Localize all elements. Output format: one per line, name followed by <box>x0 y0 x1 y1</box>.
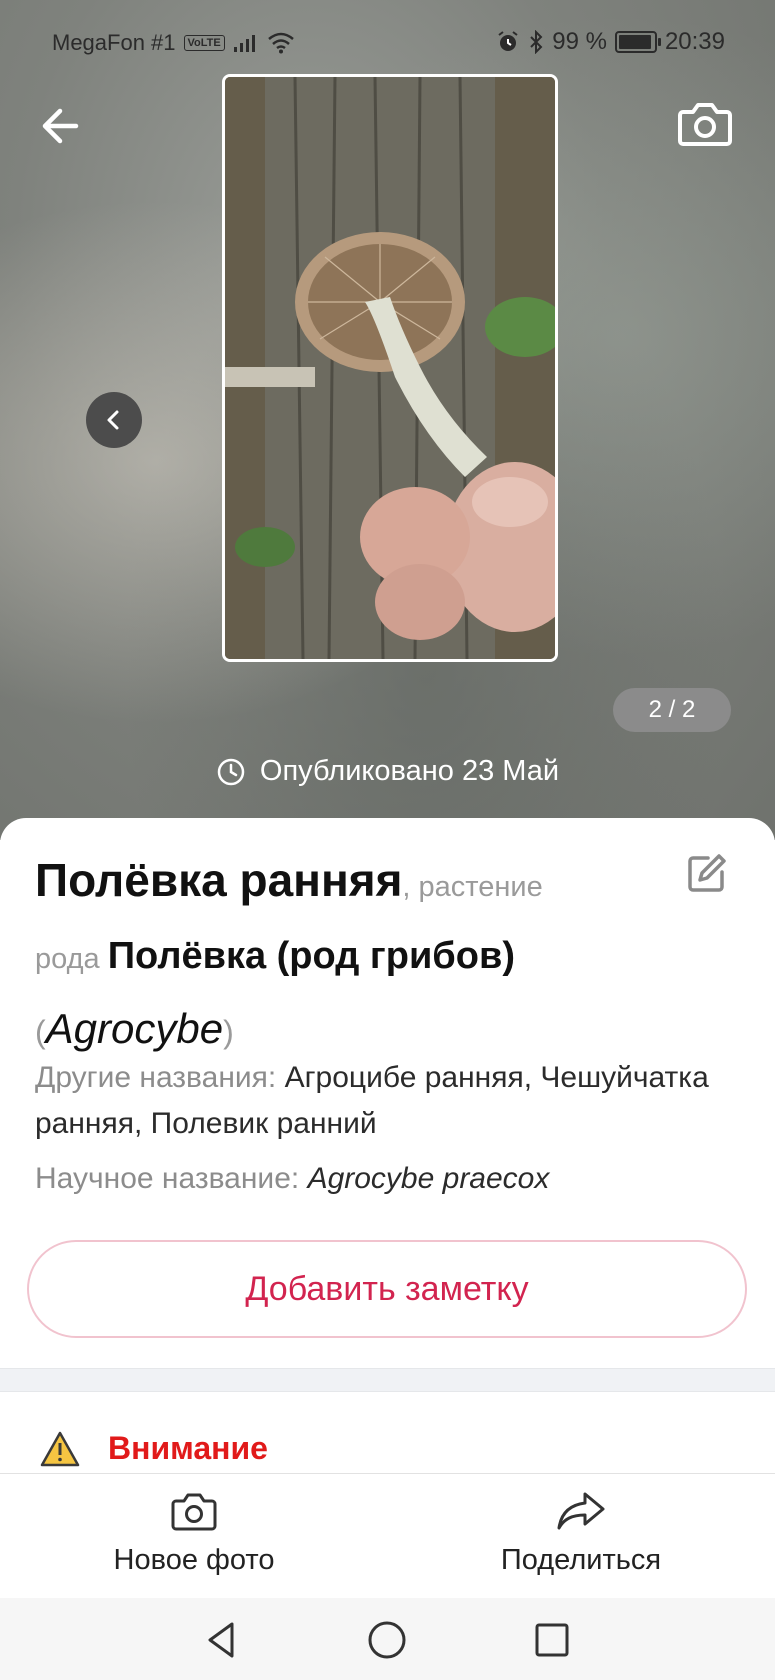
edit-button[interactable] <box>684 852 728 896</box>
system-navigation-bar <box>0 1598 775 1680</box>
signal-icon <box>233 35 255 52</box>
genus-link[interactable]: Полёвка (род грибов) <box>108 935 515 977</box>
nav-home-icon[interactable] <box>365 1618 409 1662</box>
published-info: Опубликовано 23 Май <box>0 755 775 788</box>
share-icon <box>557 1492 605 1530</box>
warning-title: Внимание <box>108 1430 268 1466</box>
nav-recents-icon[interactable] <box>530 1618 574 1662</box>
share-label: Поделиться <box>500 1544 662 1576</box>
scientific-name-label: Научное название: <box>35 1162 308 1195</box>
share-button[interactable]: Поделиться <box>470 1488 692 1577</box>
species-name: Полёвка ранняя <box>35 854 403 906</box>
wifi-icon <box>267 32 294 54</box>
warning-section[interactable]: Внимание <box>40 1430 268 1467</box>
warning-icon <box>40 1431 80 1466</box>
genus-latin: Agrocybe <box>45 1005 224 1052</box>
carrier-name: MegaFon #1 <box>52 30 176 55</box>
arrow-left-icon <box>42 108 79 144</box>
species-title: Полёвка ранняя, растение рода Полёвка (р… <box>35 848 655 1071</box>
paren-close: ) <box>223 1014 234 1050</box>
clock-icon <box>217 758 245 785</box>
species-type: , растение <box>402 871 543 903</box>
photo-counter: 2 / 2 <box>613 688 731 732</box>
published-text: Опубликовано 23 Май <box>259 755 560 787</box>
mushroom-image <box>225 77 555 659</box>
previous-photo-button[interactable] <box>86 392 142 448</box>
paren-open: ( <box>35 1014 46 1050</box>
genus-prefix: рода <box>35 943 108 975</box>
section-divider <box>0 1368 775 1392</box>
scientific-name-value: Agrocybe praecox <box>307 1162 550 1195</box>
edit-icon <box>688 854 726 892</box>
other-names-label: Другие названия: <box>35 1061 285 1094</box>
nav-back-icon[interactable] <box>200 1618 244 1662</box>
new-photo-button[interactable]: Новое фото <box>88 1488 300 1577</box>
bottom-action-bar: Новое фото Поделиться <box>0 1473 775 1599</box>
photo-viewer: MegaFon #1 VoLTE 99 % 20:39 2 / 2 Опубли… <box>0 0 775 840</box>
clock: 20:39 <box>664 28 725 55</box>
chevron-left-icon <box>107 410 119 430</box>
volte-badge: VoLTE <box>183 35 225 51</box>
mushroom-photo[interactable] <box>222 74 558 662</box>
add-note-button[interactable]: Добавить заметку <box>27 1240 747 1338</box>
alarm-icon <box>498 31 518 51</box>
status-left: MegaFon #1 VoLTE <box>52 30 295 56</box>
battery-icon <box>614 31 661 53</box>
status-right: 99 % 20:39 <box>496 28 725 56</box>
camera-icon <box>171 1493 217 1531</box>
battery-percent: 99 % <box>552 28 607 55</box>
camera-button[interactable] <box>675 96 735 152</box>
new-photo-label: Новое фото <box>113 1544 275 1576</box>
back-button[interactable] <box>36 100 88 152</box>
scientific-name: Научное название: Agrocybe praecox <box>35 1162 549 1196</box>
bluetooth-icon <box>530 30 543 54</box>
other-names: Другие названия: Агроцибе ранняя, Чешуйч… <box>35 1055 735 1147</box>
camera-icon <box>678 103 732 146</box>
